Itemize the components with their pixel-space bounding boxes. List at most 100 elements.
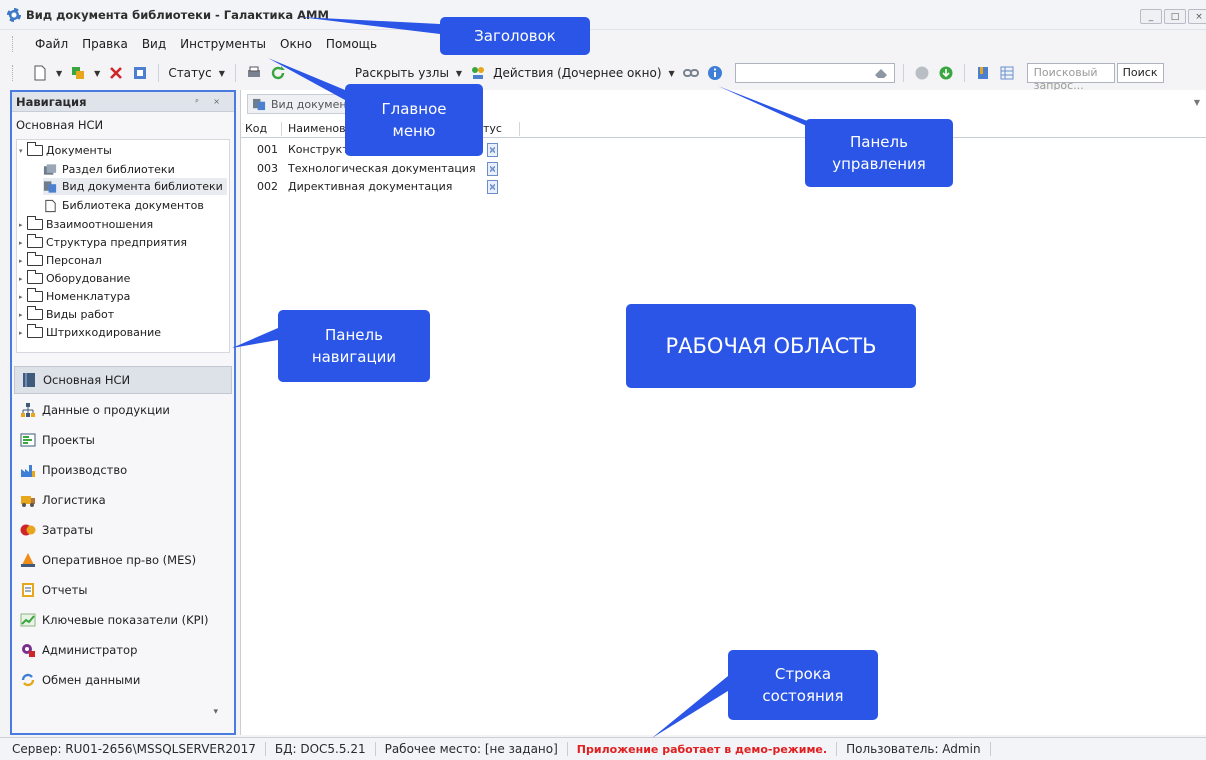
collapsed-arrow-icon[interactable]: ▸	[19, 293, 27, 301]
menu-tools[interactable]: Инструменты	[173, 37, 273, 51]
close-button[interactable]: ×	[1188, 9, 1206, 24]
tree-node-nomenclature[interactable]: ▸ Номенклатура	[19, 288, 130, 305]
nav-button-costs[interactable]: Затраты	[14, 516, 232, 544]
collapsed-arrow-icon[interactable]: ▸	[19, 257, 27, 265]
new-dropdown-icon[interactable]: ▼	[56, 69, 62, 78]
tree-node-doc-type[interactable]: Вид документа библиотеки	[43, 178, 227, 195]
status-bar: Сервер: RU01-2656\MSSQLSERVER2017 БД: DO…	[0, 737, 1206, 760]
callout-status-line: Строка состояния	[728, 650, 878, 720]
maximize-button[interactable]: □	[1164, 9, 1186, 24]
tree-node-documents[interactable]: ▾ Документы	[19, 142, 112, 159]
status-button[interactable]: Статус	[168, 66, 211, 80]
tree-node-personnel[interactable]: ▸ Персонал	[19, 252, 102, 269]
grid-view-icon[interactable]	[999, 65, 1015, 81]
delete-icon[interactable]	[108, 65, 124, 81]
expand-arrow-icon[interactable]: ▾	[19, 147, 27, 155]
nav-button-admin[interactable]: Администратор	[14, 636, 232, 664]
nav-button-main-nsi[interactable]: Основная НСИ	[14, 366, 232, 394]
nav-button-mes[interactable]: Оперативное пр-во (MES)	[14, 546, 232, 574]
nav-button-data-exchange[interactable]: Обмен данными	[14, 666, 232, 694]
actions-icon[interactable]	[470, 65, 486, 81]
actions-button[interactable]: Действия (Дочернее окно)	[493, 66, 661, 80]
nav-more-chevron-icon[interactable]: ▾	[213, 707, 218, 717]
window-title: Вид документа библиотеки - Галактика AMM	[26, 7, 329, 22]
toolbar: ▼ ▼ Статус ▼ Раскрыть узлы ▼ Действия (Д…	[0, 58, 1206, 92]
document-icon	[45, 199, 56, 212]
nav-button-kpi[interactable]: Ключевые показатели (KPI)	[14, 606, 232, 634]
app-gear-icon	[7, 7, 21, 22]
nav-button-production[interactable]: Производство	[14, 456, 232, 484]
actions-dropdown-icon[interactable]: ▼	[669, 69, 675, 78]
collapsed-arrow-icon[interactable]: ▸	[19, 275, 27, 283]
truck-icon	[21, 496, 35, 507]
filter-input[interactable]	[734, 63, 895, 83]
menu-grip	[12, 36, 14, 52]
table-row[interactable]: 002 Директивная документация	[241, 179, 541, 195]
main-menu: Файл Правка Вид Инструменты Окно Помощь	[0, 30, 1206, 58]
callout-title: Заголовок	[440, 17, 590, 55]
link-icon[interactable]	[682, 65, 699, 81]
nav-button-reports[interactable]: Отчеты	[14, 576, 232, 604]
doc-type-icon	[253, 98, 266, 110]
document-tab[interactable]: Вид докумен	[247, 94, 356, 114]
callout-work-area: РАБОЧАЯ ОБЛАСТЬ	[626, 304, 916, 388]
tree-node-library-section[interactable]: Раздел библиотеки	[43, 161, 175, 178]
menu-edit[interactable]: Правка	[75, 37, 135, 51]
cell-name: Конструкт	[288, 143, 349, 156]
search-button[interactable]: Поиск	[1116, 63, 1164, 83]
doc-type-icon	[43, 180, 57, 193]
disabled-circle-icon[interactable]	[914, 65, 930, 81]
collapsed-arrow-icon[interactable]: ▸	[19, 239, 27, 247]
nav-button-product-data[interactable]: Данные о продукции	[14, 396, 232, 424]
status-icon	[487, 162, 498, 176]
menu-help[interactable]: Помощь	[319, 37, 384, 51]
status-dropdown-icon[interactable]: ▼	[219, 69, 225, 78]
collapsed-arrow-icon[interactable]: ▸	[19, 221, 27, 229]
search-input[interactable]: Поисковый запрос...	[1026, 63, 1115, 92]
column-header-status[interactable]: тус	[483, 122, 502, 135]
add-object-icon[interactable]	[70, 65, 86, 81]
add-dropdown-icon[interactable]: ▼	[94, 69, 100, 78]
nav-button-logistics[interactable]: Логистика	[14, 486, 232, 514]
tree-node-doc-library[interactable]: Библиотека документов	[43, 197, 204, 214]
callout-nav-panel: Панель навигации	[278, 310, 430, 382]
info-icon[interactable]	[707, 65, 723, 81]
collapsed-arrow-icon[interactable]: ▸	[19, 311, 27, 319]
work-area: Вид докумен ▼ Код Наименов тус 001 Конст…	[240, 90, 1206, 735]
properties-icon[interactable]	[132, 65, 148, 81]
folder-icon	[26, 306, 43, 320]
menu-file[interactable]: Файл	[28, 37, 75, 51]
eraser-icon[interactable]	[873, 65, 889, 81]
new-document-icon[interactable]	[32, 65, 48, 81]
nav-button-projects[interactable]: Проекты	[14, 426, 232, 454]
print-icon[interactable]	[246, 65, 262, 81]
collapsed-arrow-icon[interactable]: ▸	[19, 329, 27, 337]
mes-icon	[21, 553, 35, 567]
tree-node-work-types[interactable]: ▸ Виды работ	[19, 306, 114, 323]
table-row[interactable]: 003 Технологическая документация	[241, 161, 541, 177]
bookmark-icon[interactable]	[975, 65, 991, 81]
tab-list-dropdown-icon[interactable]: ▼	[1194, 98, 1200, 107]
menu-window[interactable]: Окно	[273, 37, 319, 51]
column-header-code[interactable]: Код	[245, 122, 267, 135]
expand-nodes-button[interactable]: Раскрыть узлы	[355, 66, 449, 80]
column-header-name[interactable]: Наименов	[288, 122, 346, 135]
status-demo-mode: Приложение работает в демо-режиме.	[576, 742, 828, 756]
costs-icon	[20, 524, 36, 536]
exchange-icon	[21, 673, 35, 687]
minimize-button[interactable]: _	[1140, 9, 1162, 24]
nav-pin-close-controls[interactable]: ᵖ ×	[195, 97, 226, 106]
folder-icon	[26, 216, 43, 230]
tree-node-equipment[interactable]: ▸ Оборудование	[19, 270, 130, 287]
tree-node-relations[interactable]: ▸ Взаимоотношения	[19, 216, 153, 233]
tree-node-enterprise[interactable]: ▸ Структура предприятия	[19, 234, 187, 251]
status-workplace: Рабочее место: [не задано]	[384, 742, 558, 756]
refresh-icon[interactable]	[270, 65, 286, 81]
callout-main-menu: Главное меню	[345, 84, 483, 156]
expand-dropdown-icon[interactable]: ▼	[456, 69, 462, 78]
folder-icon	[26, 324, 43, 338]
download-icon[interactable]	[938, 65, 954, 81]
menu-view[interactable]: Вид	[135, 37, 173, 51]
tree-node-barcoding[interactable]: ▸ Штрихкодирование	[19, 324, 161, 341]
factory-icon	[21, 465, 35, 477]
